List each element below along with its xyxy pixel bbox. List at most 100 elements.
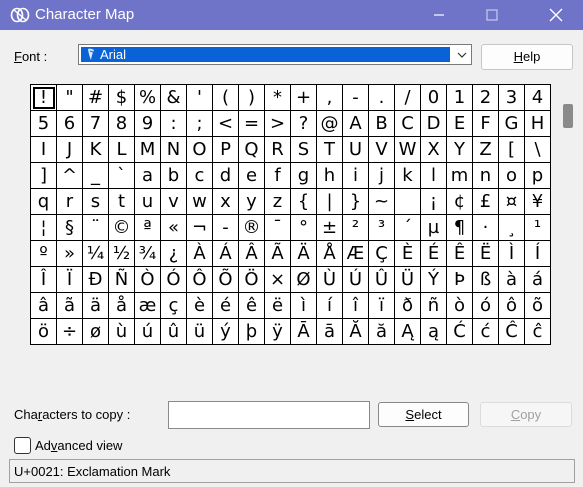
character-cell[interactable]: ' bbox=[187, 85, 213, 111]
character-cell[interactable]: l bbox=[421, 163, 447, 189]
character-cell[interactable]: R bbox=[265, 137, 291, 163]
font-dropdown[interactable]: Arial bbox=[78, 44, 472, 65]
character-cell[interactable]: Ù bbox=[317, 267, 343, 293]
character-cell[interactable]: Ô bbox=[187, 267, 213, 293]
character-cell[interactable]: h bbox=[317, 163, 343, 189]
character-cell[interactable]: * bbox=[265, 85, 291, 111]
character-cell[interactable]: Æ bbox=[343, 241, 369, 267]
character-cell[interactable]: | bbox=[317, 189, 343, 215]
character-cell[interactable]: ă bbox=[369, 319, 395, 345]
character-cell[interactable]: X bbox=[421, 137, 447, 163]
character-cell[interactable]: Ú bbox=[343, 267, 369, 293]
character-cell[interactable]: r bbox=[57, 189, 83, 215]
character-cell[interactable]: ; bbox=[187, 111, 213, 137]
character-cell[interactable]: \ bbox=[525, 137, 551, 163]
character-cell[interactable]: & bbox=[161, 85, 187, 111]
character-cell[interactable]: © bbox=[109, 215, 135, 241]
character-cell[interactable]: D bbox=[421, 111, 447, 137]
character-cell[interactable]: P bbox=[213, 137, 239, 163]
character-cell[interactable]: = bbox=[239, 111, 265, 137]
character-cell[interactable]: e bbox=[239, 163, 265, 189]
character-cell[interactable]: ¨ bbox=[83, 215, 109, 241]
character-cell[interactable] bbox=[395, 189, 421, 215]
character-cell[interactable]: s bbox=[83, 189, 109, 215]
character-cell[interactable]: , bbox=[317, 85, 343, 111]
character-cell[interactable]: J bbox=[57, 137, 83, 163]
character-cell[interactable]: 2 bbox=[473, 85, 499, 111]
character-cell[interactable]: Å bbox=[317, 241, 343, 267]
character-cell[interactable]: É bbox=[421, 241, 447, 267]
character-cell[interactable]: Ê bbox=[447, 241, 473, 267]
character-cell[interactable]: ¢ bbox=[447, 189, 473, 215]
character-cell[interactable]: ¼ bbox=[83, 241, 109, 267]
character-cell[interactable]: [ bbox=[499, 137, 525, 163]
character-cell[interactable]: ê bbox=[239, 293, 265, 319]
character-cell[interactable]: ] bbox=[31, 163, 57, 189]
character-cell[interactable]: » bbox=[57, 241, 83, 267]
character-cell[interactable]: ÷ bbox=[57, 319, 83, 345]
character-cell[interactable]: Ñ bbox=[109, 267, 135, 293]
character-cell[interactable]: < bbox=[213, 111, 239, 137]
character-cell[interactable]: S bbox=[291, 137, 317, 163]
character-cell[interactable]: § bbox=[57, 215, 83, 241]
character-cell[interactable]: ! bbox=[31, 85, 57, 111]
character-cell[interactable]: 7 bbox=[83, 111, 109, 137]
character-cell[interactable]: / bbox=[395, 85, 421, 111]
character-cell[interactable]: z bbox=[265, 189, 291, 215]
character-cell[interactable]: ¡ bbox=[421, 189, 447, 215]
character-cell[interactable]: o bbox=[499, 163, 525, 189]
character-cell[interactable]: . bbox=[369, 85, 395, 111]
character-cell[interactable]: ÿ bbox=[265, 319, 291, 345]
character-cell[interactable]: q bbox=[31, 189, 57, 215]
character-cell[interactable]: M bbox=[135, 137, 161, 163]
character-cell[interactable]: > bbox=[265, 111, 291, 137]
character-cell[interactable]: ¿ bbox=[161, 241, 187, 267]
character-cell[interactable]: ć bbox=[473, 319, 499, 345]
character-cell[interactable]: n bbox=[473, 163, 499, 189]
character-cell[interactable]: 3 bbox=[499, 85, 525, 111]
character-cell[interactable]: 9 bbox=[135, 111, 161, 137]
character-cell[interactable]: ¾ bbox=[135, 241, 161, 267]
character-cell[interactable]: ´ bbox=[395, 215, 421, 241]
character-cell[interactable]: v bbox=[161, 189, 187, 215]
character-cell[interactable]: ^ bbox=[57, 163, 83, 189]
advanced-view-checkbox[interactable] bbox=[14, 437, 31, 454]
character-cell[interactable]: Ó bbox=[161, 267, 187, 293]
character-cell[interactable]: Ý bbox=[421, 267, 447, 293]
character-cell[interactable]: 8 bbox=[109, 111, 135, 137]
character-cell[interactable]: ª bbox=[135, 215, 161, 241]
advanced-view-label[interactable]: Advanced view bbox=[35, 438, 122, 453]
character-cell[interactable]: k bbox=[395, 163, 421, 189]
character-cell[interactable]: ó bbox=[473, 293, 499, 319]
character-cell[interactable]: t bbox=[109, 189, 135, 215]
character-cell[interactable]: d bbox=[213, 163, 239, 189]
character-cell[interactable]: ( bbox=[213, 85, 239, 111]
character-cell[interactable]: ā bbox=[317, 319, 343, 345]
character-cell[interactable]: æ bbox=[135, 293, 161, 319]
character-cell[interactable]: È bbox=[395, 241, 421, 267]
character-cell[interactable]: ĉ bbox=[525, 319, 551, 345]
character-cell[interactable]: ø bbox=[83, 319, 109, 345]
character-cell[interactable]: - bbox=[343, 85, 369, 111]
character-cell[interactable]: I bbox=[31, 137, 57, 163]
character-cell[interactable]: ¹ bbox=[525, 215, 551, 241]
character-cell[interactable]: 6 bbox=[57, 111, 83, 137]
copy-button[interactable]: Copy bbox=[480, 402, 572, 427]
character-cell[interactable]: ì bbox=[291, 293, 317, 319]
character-cell[interactable]: 1 bbox=[447, 85, 473, 111]
scrollbar-thumb[interactable] bbox=[563, 104, 573, 128]
character-cell[interactable]: Ä bbox=[291, 241, 317, 267]
character-cell[interactable]: Í bbox=[525, 241, 551, 267]
character-cell[interactable]: ³ bbox=[369, 215, 395, 241]
character-cell[interactable]: ¬ bbox=[187, 215, 213, 241]
character-cell[interactable]: B bbox=[369, 111, 395, 137]
character-cell[interactable]: ¥ bbox=[525, 189, 551, 215]
character-cell[interactable]: ù bbox=[109, 319, 135, 345]
character-cell[interactable]: £ bbox=[473, 189, 499, 215]
character-cell[interactable]: Ü bbox=[395, 267, 421, 293]
character-cell[interactable]: Y bbox=[447, 137, 473, 163]
character-cell[interactable]: ô bbox=[499, 293, 525, 319]
character-cell[interactable]: â bbox=[31, 293, 57, 319]
character-cell[interactable]: Ā bbox=[291, 319, 317, 345]
character-cell[interactable]: + bbox=[291, 85, 317, 111]
